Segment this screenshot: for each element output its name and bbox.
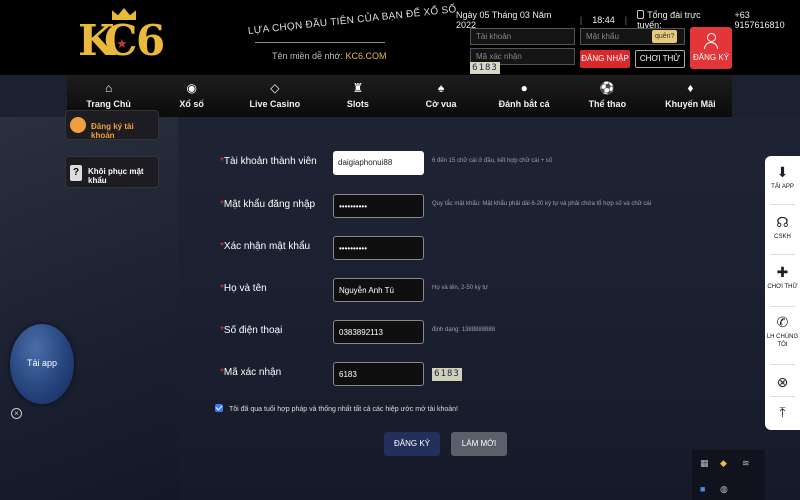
captcha-image[interactable]: 6183	[432, 368, 462, 381]
nav-live-casino[interactable]: ◇ Live Casino	[233, 75, 316, 117]
phone-field[interactable]: 0383892113	[333, 320, 424, 344]
close-icon: ⊗	[776, 374, 789, 390]
captcha-field[interactable]: 6183	[333, 362, 424, 386]
keyboard-icon[interactable]: ▦	[700, 458, 709, 469]
rail-close[interactable]: ⊗	[765, 374, 800, 390]
gamepad-icon: ✚	[776, 264, 789, 280]
rail-contact[interactable]: ✆ LH CHÚNG TÔI	[765, 314, 800, 349]
gift-icon: ♦	[687, 81, 694, 95]
divider	[255, 42, 385, 43]
download-icon: ⬇	[776, 164, 789, 180]
forgot-password-link[interactable]: quên?	[652, 30, 678, 43]
top-header: K C ★ 6 LỰA CHỌN ĐẦU TIÊN CỦA BẠN ĐỂ XỔ …	[0, 0, 800, 75]
rail-try-play[interactable]: ✚ CHƠI THỬ	[765, 264, 800, 291]
home-icon: ⌂	[104, 81, 113, 95]
phone-call-icon: ✆	[776, 314, 789, 330]
hotline-number: +63 9157616810	[734, 10, 785, 30]
agree-terms[interactable]: Tôi đã qua tuổi hợp pháp và thống nhất t…	[215, 404, 458, 413]
rail-back-to-top[interactable]: ⤒	[765, 404, 800, 420]
account-field[interactable]: daigiaphonui88	[333, 151, 424, 175]
nav-promotions[interactable]: ♦ Khuyến Mãi	[649, 75, 732, 117]
wifi-icon[interactable]: ≋	[742, 458, 750, 469]
sidebar-item-recover-password[interactable]: ? Khôi phục mật khẩu	[65, 156, 159, 188]
headset-icon: ☊	[776, 214, 789, 230]
nav-slots[interactable]: ♜ Slots	[316, 75, 399, 117]
back-to-top-icon: ⤒	[779, 404, 786, 420]
try-play-button[interactable]: CHƠI THỬ	[635, 50, 685, 68]
app-icon[interactable]: ■	[700, 484, 705, 494]
rail-support[interactable]: ☊ CSKH	[765, 214, 800, 241]
domain-value[interactable]: KC6.COM	[345, 51, 386, 61]
nav-card-games[interactable]: ♠ Cờ vua	[400, 75, 483, 117]
add-user-icon	[70, 117, 86, 133]
close-icon[interactable]: ×	[11, 408, 22, 419]
current-date: Ngày 05 Tháng 03 Năm 2022	[456, 10, 552, 30]
domain-info: Tên miền dễ nhớ: KC6.COM	[272, 51, 386, 61]
star-icon: ★	[116, 36, 128, 51]
slogan: LỰA CHỌN ĐẦU TIÊN CỦA BẠN ĐỂ XỔ SỐ	[247, 4, 458, 37]
agree-checkbox[interactable]	[215, 404, 223, 412]
shield-icon[interactable]: ◆	[720, 458, 727, 469]
current-time: 18:44	[592, 15, 615, 25]
right-rail: ⬇ TẢI APP ☊ CSKH ✚ CHƠI THỬ ✆ LH CHÚNG T…	[765, 156, 800, 430]
register-label: ĐĂNG KÝ	[692, 53, 729, 62]
reset-button[interactable]: LÀM MỚI	[451, 432, 507, 456]
phone-hint: định dạng: 1388888888	[432, 327, 496, 333]
diamond-icon: ◇	[270, 81, 280, 95]
system-tray: ▦ ◆ ≋ ■ ◍	[692, 450, 765, 500]
register-button[interactable]: ĐĂNG KÝ	[690, 27, 732, 69]
monitor-icon[interactable]: ◍	[720, 484, 728, 495]
nav-lottery[interactable]: ◉ Xổ số	[150, 75, 233, 117]
password-hint: Quy tắc mật khẩu: Mật khẩu phải dài 6-20…	[432, 201, 652, 207]
account-hint: 6 đến 15 chữ cái ở đầu, kết hợp chữ cái …	[432, 158, 553, 164]
password-field[interactable]: ••••••••••	[333, 194, 424, 218]
question-icon: ?	[70, 165, 82, 181]
submit-register-button[interactable]: ĐĂNG KÝ	[384, 432, 440, 456]
nav-fishing[interactable]: ● Đánh bắt cá	[483, 75, 566, 117]
logo[interactable]: K C ★ 6	[78, 8, 168, 65]
date-bar: Ngày 05 Tháng 03 Năm 2022 | 18:44 | Tổng…	[456, 10, 800, 30]
soccer-ball-icon: ⚽	[599, 81, 615, 95]
sidebar-item-label: Khôi phục mật khẩu	[88, 167, 144, 185]
sidebar-item-label: Đăng ký tài khoản	[91, 122, 134, 140]
login-button[interactable]: ĐĂNG NHẬP	[580, 50, 630, 68]
phone-icon	[637, 10, 645, 19]
account-input[interactable]: Tài khoản	[470, 28, 575, 45]
fullname-hint: Họ và tên, 2-50 ký tự	[432, 285, 489, 291]
fullname-field[interactable]: Nguyễn Anh Tú	[333, 278, 424, 302]
cards-icon: ♠	[437, 81, 445, 95]
fish-icon: ●	[520, 81, 528, 95]
rail-download-app[interactable]: ⬇ TẢI APP	[765, 164, 800, 191]
nav-sports[interactable]: ⚽ Thể thao	[566, 75, 649, 117]
user-icon	[704, 33, 718, 49]
bubble-label: Tải app	[26, 358, 58, 368]
domain-label: Tên miền dễ nhớ:	[272, 51, 343, 61]
agree-text: Tôi đã qua tuổi hợp pháp và thống nhất t…	[229, 406, 458, 413]
sidebar-item-register[interactable]: Đăng ký tài khoản	[65, 110, 159, 140]
download-app-bubble[interactable]: Tải app	[10, 324, 74, 404]
slots-icon: ♜	[352, 81, 364, 95]
confirm-password-field[interactable]: ••••••••••	[333, 236, 424, 260]
lottery-icon: ◉	[186, 81, 197, 95]
captcha-image[interactable]: 6183	[470, 62, 500, 74]
main-nav: ⌂ Trang Chủ ◉ Xổ số ◇ Live Casino ♜ Slot…	[67, 75, 732, 117]
